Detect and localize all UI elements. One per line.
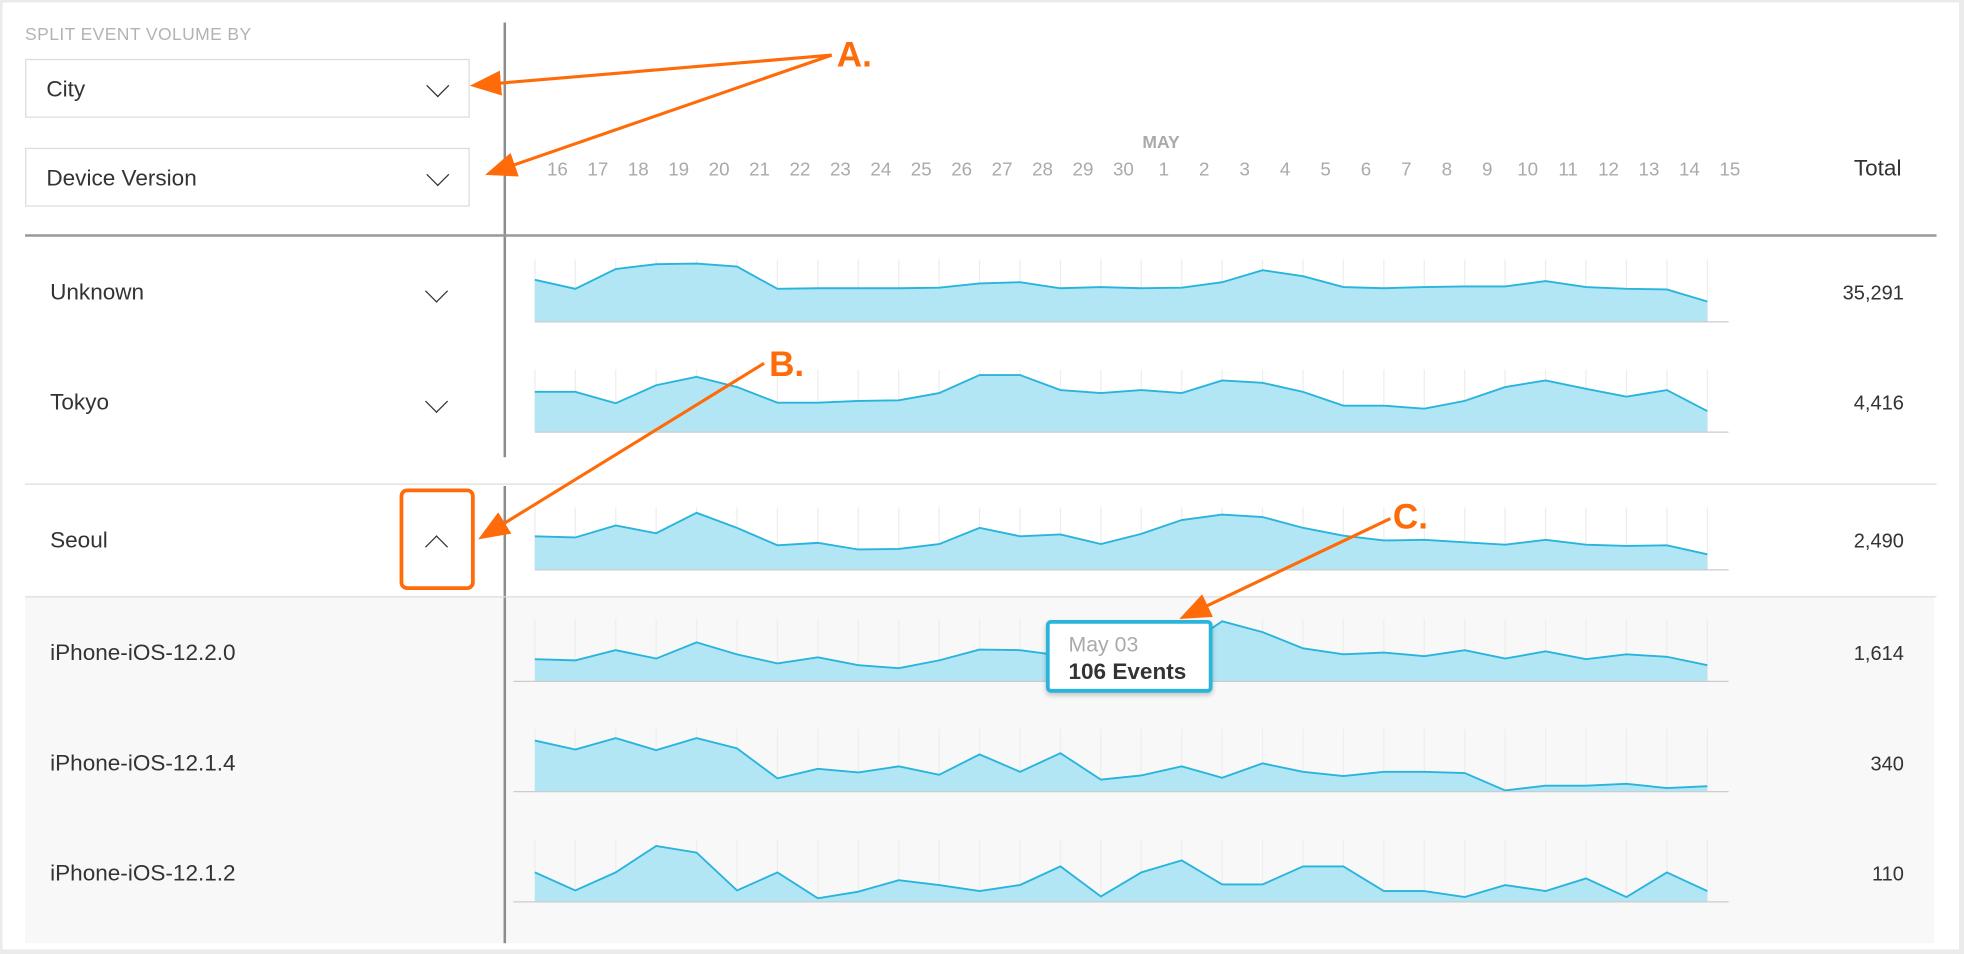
annotation-arrow: [485, 53, 833, 177]
annotation-arrow: [478, 361, 765, 540]
annotation-arrow: [469, 53, 832, 96]
annotation-label-c: C.: [1392, 497, 1428, 537]
annotation-label-b: B.: [769, 344, 805, 384]
stage: SPLIT EVENT VOLUME BY City Device Versio…: [0, 0, 1964, 954]
annotation-arrow: [1179, 517, 1392, 619]
annotation-arrows: [469, 53, 1392, 619]
annotation-label-a: A.: [836, 35, 872, 74]
